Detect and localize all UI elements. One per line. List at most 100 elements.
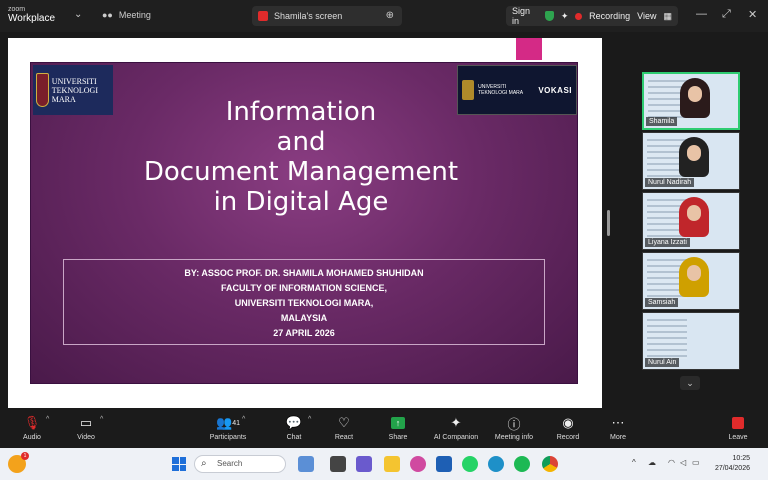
share-arrow-icon: ↑ <box>391 417 405 429</box>
chevron-down-icon[interactable]: ⌄ <box>74 9 82 20</box>
more-button[interactable]: ⋯ More <box>588 414 648 441</box>
share-icon-wrap: ↑ <box>391 414 405 432</box>
recording-label[interactable]: Recording <box>589 11 630 21</box>
close-icon[interactable]: ✕ <box>748 8 757 21</box>
participant-name: Shamila <box>646 117 678 126</box>
meeting-toolbar: 🎙 Audio ^ ▭ Video ^ 👥 41 Participants ^ 💬… <box>0 410 768 448</box>
task-view-icon[interactable] <box>330 456 346 472</box>
participant-name: Nurul Nadirah <box>645 178 695 187</box>
react-button[interactable]: ♡ React <box>314 414 374 441</box>
edge-icon[interactable] <box>488 456 504 472</box>
sparkle-icon[interactable]: ✦ <box>561 11 569 22</box>
title-bar: zoom Workplace ⌄ ●● Meeting Shamila's sc… <box>0 0 768 32</box>
minimize-icon[interactable]: — <box>696 8 707 20</box>
shield-icon[interactable] <box>545 11 554 21</box>
clock-time: 10:25 <box>732 455 750 462</box>
file-explorer-icon[interactable] <box>384 456 400 472</box>
sparkle-icon: ✦ <box>450 415 462 430</box>
leave-button[interactable]: Leave <box>708 414 768 441</box>
uitm-logo: UNIVERSITI TEKNOLOGI MARA <box>33 65 113 115</box>
faculty-line: FACULTY OF INFORMATION SCIENCE, <box>221 283 387 293</box>
participant-tile[interactable]: Nurul Nadirah <box>642 132 740 190</box>
participant-tile[interactable]: Liyana Izzati <box>642 192 740 250</box>
vokasi-logo-text-a: UNIVERSITI TEKNOLOGI MARA <box>478 84 524 96</box>
widgets-icon[interactable] <box>298 456 314 472</box>
microphone-muted-icon: 🎙 <box>23 415 41 430</box>
screen-share-tab[interactable]: Shamila's screen ⊕ <box>252 6 402 26</box>
ai-companion-label: AI Companion <box>433 434 479 441</box>
university-line: UNIVERSITI TEKNOLOGI MARA, <box>234 298 374 308</box>
view-grid-icon[interactable]: ▦ <box>664 11 673 22</box>
wifi-icon[interactable]: ◠ <box>668 458 675 467</box>
title-line: Information <box>225 97 377 127</box>
chevron-up-icon[interactable]: ^ <box>632 458 636 467</box>
participant-tile[interactable]: Shamila <box>642 72 740 130</box>
participant-tile[interactable]: Samsiah <box>642 252 740 310</box>
notification-badge: 1 <box>21 452 29 460</box>
country-line: MALAYSIA <box>280 313 328 323</box>
participant-face <box>688 86 702 102</box>
slide-title: Information and Document Management in D… <box>121 97 481 217</box>
copilot-icon[interactable] <box>410 456 426 472</box>
taskbar-search[interactable]: ⌕ Search <box>194 455 286 473</box>
chevron-down-icon[interactable]: ⌄ <box>680 376 700 390</box>
leave-label: Leave <box>728 434 748 441</box>
speaker-icon[interactable]: ◁ <box>680 458 686 467</box>
store-icon[interactable] <box>436 456 452 472</box>
zoom-brand: zoom Workplace <box>8 5 55 24</box>
caret-up-icon[interactable]: ^ <box>100 416 103 423</box>
windows-taskbar: 1 ⌕ Search ^ ☁ ◠ ◁ ▭ 10:25 27/04/2026 <box>0 448 768 480</box>
participants-count: 41 <box>232 419 240 427</box>
ai-companion-button[interactable]: ✦ AI Companion <box>426 414 486 441</box>
panel-resize-handle[interactable] <box>607 210 610 236</box>
battery-icon[interactable]: ▭ <box>692 458 700 467</box>
cloud-icon[interactable]: ☁ <box>648 458 656 467</box>
audio-button[interactable]: 🎙 Audio ^ <box>2 414 62 441</box>
meeting-tab[interactable]: ●● Meeting <box>102 10 151 20</box>
participant-face <box>687 265 701 281</box>
share-tab-label: Shamila's screen <box>274 11 343 21</box>
shared-screen: UNIVERSITI TEKNOLOGI MARA UNIVERSITI TEK… <box>8 38 602 408</box>
search-label: Search <box>217 459 243 468</box>
participant-name: Samsiah <box>645 298 679 307</box>
system-clock[interactable]: 10:25 27/04/2026 <box>710 454 750 474</box>
meeting-tab-label: Meeting <box>118 10 151 20</box>
more-icon: ⋯ <box>611 415 625 430</box>
share-button[interactable]: ↑ Share <box>368 414 428 441</box>
chrome-icon[interactable] <box>542 456 558 472</box>
record-icon: ◉ <box>562 415 574 430</box>
uitm-logo-text: UNIVERSITI TEKNOLOGI MARA <box>51 76 98 104</box>
record-label: Record <box>556 434 580 441</box>
react-label: React <box>334 434 354 441</box>
maximize-icon[interactable]: ⤢ <box>722 8 731 21</box>
heart-icon: ♡ <box>338 415 350 430</box>
teams-icon[interactable] <box>356 456 372 472</box>
view-button[interactable]: View <box>637 11 656 21</box>
signin-button[interactable]: Sign in <box>512 6 538 26</box>
camera-icon: ▭ <box>79 415 93 430</box>
search-icon: ⌕ <box>201 458 207 469</box>
participant-name: Liyana Izzati <box>645 238 690 247</box>
background-document <box>647 319 687 359</box>
leave-icon-wrap <box>732 414 744 432</box>
weather-icon[interactable]: 1 <box>8 452 29 473</box>
title-line: and <box>276 127 326 157</box>
spotify-icon[interactable] <box>514 456 530 472</box>
chat-icon: 💬 <box>285 415 303 430</box>
whatsapp-icon[interactable] <box>462 456 478 472</box>
info-icon: ⓘ <box>507 416 521 432</box>
more-label: More <box>610 434 626 441</box>
start-icon[interactable] <box>172 457 186 471</box>
vokasi-logo-text-b: VOKASI <box>538 85 572 95</box>
recording-dot-icon <box>575 12 583 20</box>
share-screen-icon <box>258 11 268 21</box>
caret-up-icon[interactable]: ^ <box>308 416 311 423</box>
presentation-slide: UNIVERSITI TEKNOLOGI MARA UNIVERSITI TEK… <box>30 62 578 384</box>
caret-up-icon[interactable]: ^ <box>46 416 49 423</box>
participant-tile[interactable]: Nurul Ain <box>642 312 740 370</box>
participants-button[interactable]: 👥 41 Participants ^ <box>198 414 258 441</box>
video-button[interactable]: ▭ Video ^ <box>56 414 116 441</box>
meeting-info-button[interactable]: ⓘ Meeting info <box>484 414 544 442</box>
tab-settings-icon[interactable]: ⊕ <box>386 10 394 21</box>
caret-up-icon[interactable]: ^ <box>242 416 245 423</box>
